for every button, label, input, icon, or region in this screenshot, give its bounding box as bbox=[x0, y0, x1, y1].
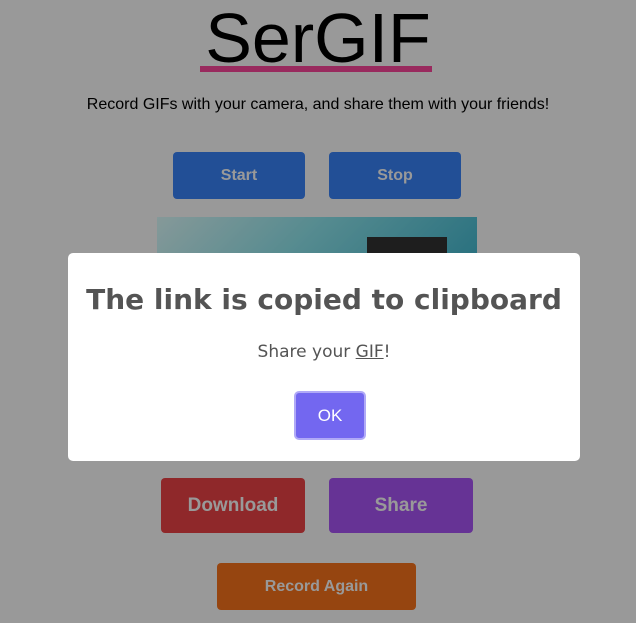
dialog-text: Share your GIF! bbox=[68, 342, 580, 362]
dialog-title: The link is copied to clipboard bbox=[86, 283, 562, 316]
alert-dialog: The link is copied to clipboard Share yo… bbox=[68, 253, 580, 461]
ok-button[interactable]: OK bbox=[294, 391, 366, 440]
dialog-text-prefix: Share your bbox=[257, 342, 356, 362]
gif-abbr: GIF bbox=[355, 342, 384, 362]
dialog-text-suffix: ! bbox=[383, 342, 391, 362]
